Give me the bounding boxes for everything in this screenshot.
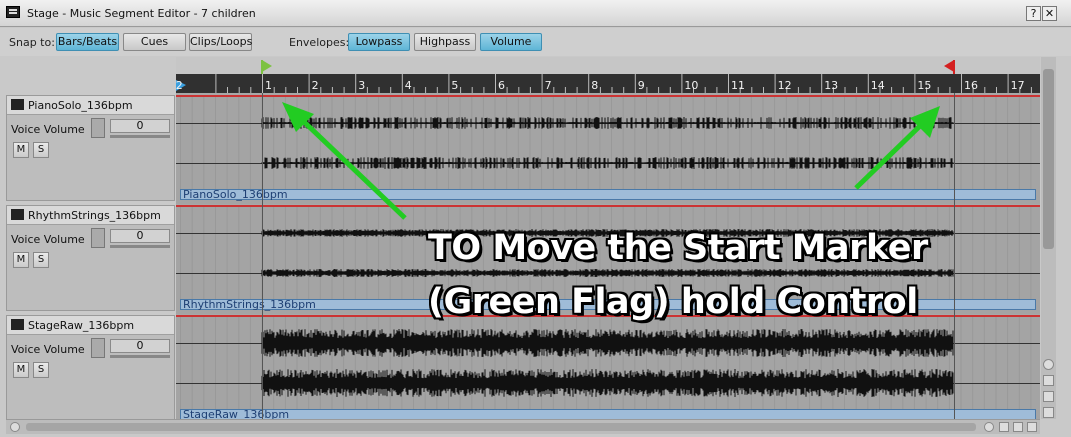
annotation-line-1: TO Move the Start Marker xyxy=(428,228,928,268)
annotation-arrows xyxy=(282,102,940,220)
annotation-arrow-left-shaft xyxy=(298,116,407,220)
annotation-arrow-right-shaft xyxy=(854,122,924,190)
annotation-line-2: (Green Flag) hold Control xyxy=(428,282,918,322)
